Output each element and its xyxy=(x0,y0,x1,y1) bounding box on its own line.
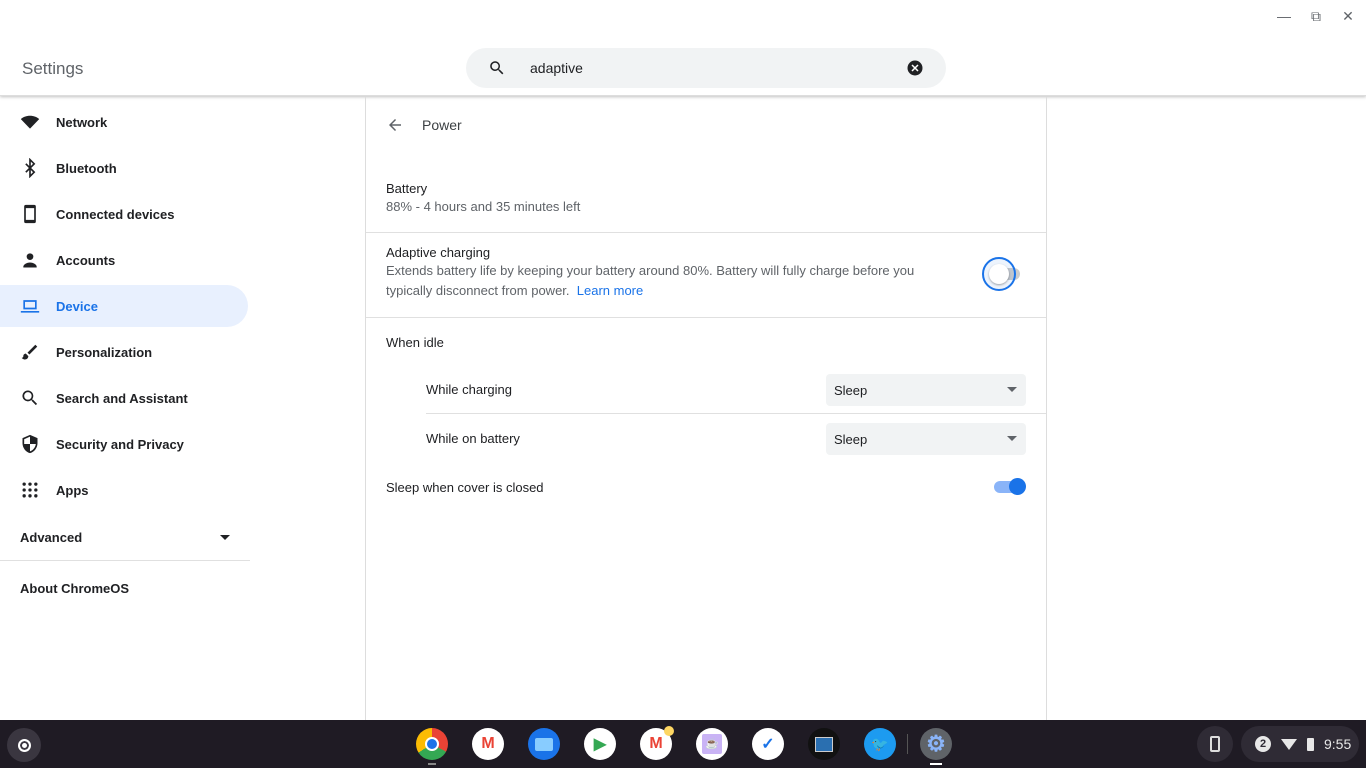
dropdown-arrow-icon xyxy=(1007,436,1017,441)
sidebar: Network Bluetooth Connected devices Acco… xyxy=(0,97,250,616)
while-on-battery-select[interactable]: Sleep xyxy=(826,423,1026,455)
phone-icon xyxy=(1210,736,1220,752)
wifi-icon xyxy=(1281,738,1297,750)
while-on-battery-row: While on battery Sleep xyxy=(426,414,1046,463)
sidebar-item-about[interactable]: About ChromeOS xyxy=(0,561,250,616)
sidebar-item-network[interactable]: Network xyxy=(0,101,248,143)
brush-icon xyxy=(21,344,38,360)
back-arrow-icon[interactable] xyxy=(386,116,404,134)
app-title: Settings xyxy=(22,59,84,78)
battery-row: Battery 88% - 4 hours and 35 minutes lef… xyxy=(366,181,1046,233)
power-page: Power Battery 88% - 4 hours and 35 minut… xyxy=(365,97,1047,720)
search-input[interactable]: adaptive xyxy=(530,60,583,76)
twitter-app-icon[interactable]: 🐦 xyxy=(864,728,896,760)
apps-grid-icon xyxy=(22,482,38,498)
dropdown-arrow-icon xyxy=(1007,387,1017,392)
launcher-button[interactable] xyxy=(7,728,41,762)
person-icon xyxy=(23,253,37,268)
sidebar-item-personalization[interactable]: Personalization xyxy=(0,331,248,373)
chrome-app-icon[interactable] xyxy=(416,728,448,760)
advanced-toggle[interactable]: Advanced xyxy=(0,515,250,561)
when-idle-label: When idle xyxy=(386,335,444,350)
laptop-icon xyxy=(20,300,40,313)
adaptive-charging-toggle[interactable] xyxy=(982,257,1022,291)
clear-search-icon[interactable] xyxy=(906,59,924,77)
shield-icon xyxy=(22,434,38,454)
search-icon xyxy=(22,390,38,406)
phone-icon xyxy=(24,204,36,224)
gmail-app-icon[interactable]: M xyxy=(472,728,504,760)
search-icon xyxy=(490,61,504,75)
settings-app-icon[interactable]: ⚙ xyxy=(920,728,952,760)
cafe-app-icon[interactable]: ☕ xyxy=(696,728,728,760)
wifi-icon xyxy=(20,115,40,129)
notification-count-badge: 2 xyxy=(1255,736,1271,752)
files-app-icon[interactable] xyxy=(528,728,560,760)
photos-app-icon[interactable] xyxy=(808,728,840,760)
phone-hub-button[interactable] xyxy=(1197,726,1233,762)
tasks-app-icon[interactable]: ✓ xyxy=(752,728,784,760)
sidebar-item-security-privacy[interactable]: Security and Privacy xyxy=(0,423,248,465)
sidebar-item-connected-devices[interactable]: Connected devices xyxy=(0,193,248,235)
sleep-cover-toggle[interactable] xyxy=(994,478,1028,496)
sidebar-item-accounts[interactable]: Accounts xyxy=(0,239,248,281)
play-store-app-icon[interactable]: ▶ xyxy=(584,728,616,760)
battery-status: 88% - 4 hours and 35 minutes left xyxy=(386,199,581,214)
adaptive-charging-row: Adaptive charging Extends battery life b… xyxy=(366,245,1046,318)
header: Settings adaptive xyxy=(0,0,1366,96)
gmail-app-icon[interactable]: M xyxy=(640,726,674,760)
sidebar-item-device[interactable]: Device xyxy=(0,285,248,327)
sleep-cover-row: Sleep when cover is closed xyxy=(366,478,1046,497)
sidebar-item-bluetooth[interactable]: Bluetooth xyxy=(0,147,248,189)
chevron-down-icon xyxy=(220,535,230,540)
while-charging-row: While charging Sleep xyxy=(426,365,1046,414)
sidebar-item-apps[interactable]: Apps xyxy=(0,469,248,511)
bluetooth-icon xyxy=(25,158,36,178)
status-area[interactable]: 2 9:55 xyxy=(1241,726,1359,762)
learn-more-link[interactable]: Learn more xyxy=(577,283,643,298)
shelf: M ▶ M ☕ ✓ 🐦 ⚙ 2 9:55 xyxy=(0,720,1366,768)
search-field[interactable]: adaptive xyxy=(466,48,946,88)
page-title: Power xyxy=(422,117,462,133)
battery-icon xyxy=(1307,737,1314,751)
while-charging-select[interactable]: Sleep xyxy=(826,374,1026,406)
sidebar-item-search-assistant[interactable]: Search and Assistant xyxy=(0,377,248,419)
clock: 9:55 xyxy=(1324,736,1352,752)
